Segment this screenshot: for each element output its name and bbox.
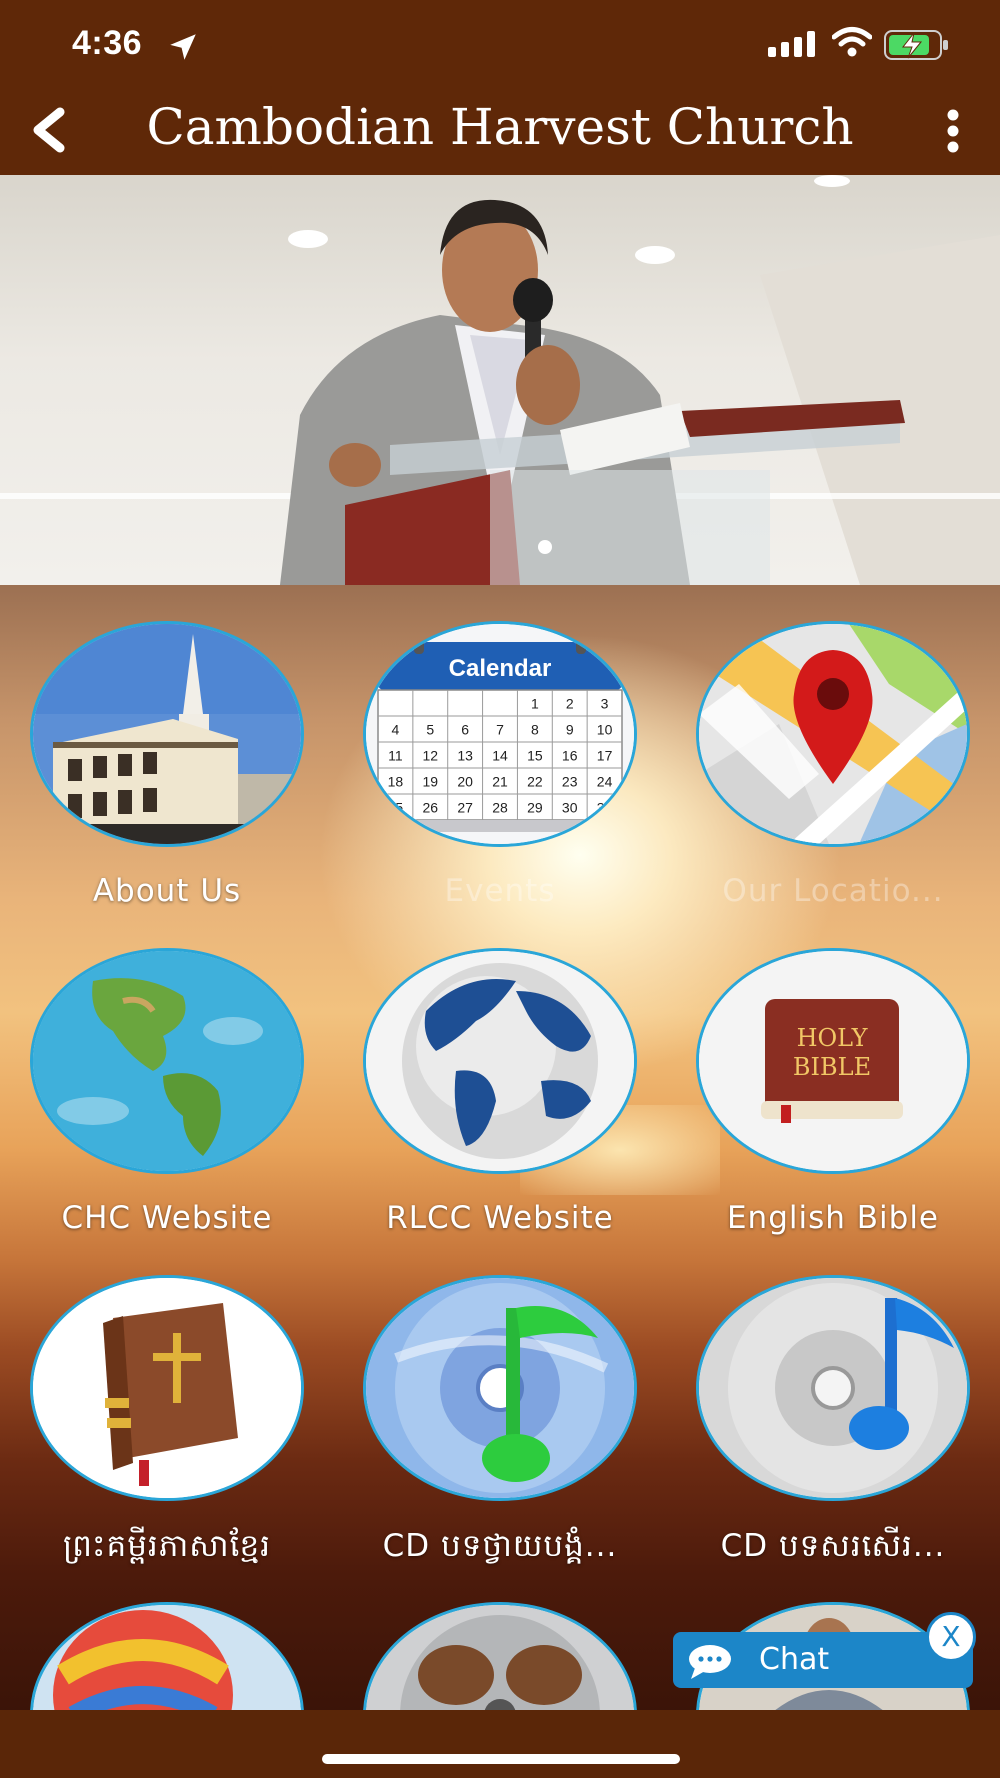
- tile-about-us[interactable]: About Us: [27, 621, 307, 909]
- film-reel-icon: [366, 1605, 634, 1710]
- tile-label: RLCC Website: [386, 1200, 614, 1236]
- calendar-day: 20: [457, 774, 473, 790]
- tile-label: English Bible: [726, 1200, 940, 1236]
- cd-green-note-icon: [366, 1278, 634, 1498]
- location-arrow-icon: [170, 34, 196, 60]
- calendar-day: 16: [562, 748, 578, 764]
- tile-english-bible[interactable]: HOLY BIBLE English Bible: [693, 948, 973, 1236]
- calendar-day: 3: [601, 696, 609, 712]
- calendar-day: 4: [392, 722, 400, 738]
- bible-book-icon: [33, 1278, 301, 1498]
- calendar-day: 10: [597, 722, 613, 738]
- tile-events[interactable]: Calendar 1 2 3 4 5 6 7 8 9 10 11 12 13 14 15 16 17 18 19 20…: [360, 621, 640, 909]
- pastor-preaching-photo: [0, 175, 1000, 585]
- calendar-day: 30: [562, 800, 578, 816]
- signal-bars-icon: [768, 31, 815, 57]
- calendar-day: 1: [531, 696, 539, 712]
- calendar-day: 28: [492, 800, 508, 816]
- tile-label: ព្រះគម្ពីរភាសាខ្មែរ: [63, 1528, 271, 1564]
- bottom-bar: [0, 1710, 1000, 1778]
- top-bar: 4:36 Cambodian Harvest Church: [0, 0, 1000, 175]
- calendar-day: 21: [492, 774, 508, 790]
- church-building-icon: [33, 624, 301, 844]
- calendar-day: 25: [388, 800, 404, 816]
- feature-grid: About Us Calendar 1 2 3 4 5 6 7 8 9 10 11 12 13 14 15 1…: [0, 585, 1000, 1710]
- chat-close-button[interactable]: X: [926, 1612, 976, 1662]
- calendar-day: 18: [388, 774, 404, 790]
- calendar-day: 11: [388, 748, 403, 764]
- calendar-day: 12: [422, 748, 438, 764]
- calendar-day: 26: [422, 800, 438, 816]
- calendar-day: 31: [597, 800, 613, 816]
- tile-label: Events: [444, 873, 556, 909]
- calendar-day: 15: [527, 748, 543, 764]
- tile-our-location[interactable]: Our Locatio...: [693, 621, 973, 909]
- battery-charging-icon: [884, 30, 948, 60]
- calendar-day: 8: [531, 722, 539, 738]
- calendar-day: 27: [457, 800, 473, 816]
- calendar-day: 2: [566, 696, 574, 712]
- map-pin-icon: [699, 624, 967, 844]
- tile-label: CHC Website: [61, 1200, 273, 1236]
- calendar-day: 17: [597, 748, 613, 764]
- calendar-day: 13: [457, 748, 473, 764]
- tile-khmer-bible[interactable]: ព្រះគម្ពីរភាសាខ្មែរ: [27, 1275, 307, 1572]
- tile-film-reel[interactable]: [360, 1602, 640, 1710]
- calendar-day: 22: [527, 774, 543, 790]
- calendar-day: 29: [527, 800, 543, 816]
- hero-banner[interactable]: [0, 175, 1000, 585]
- status-time: 4:36: [72, 24, 143, 62]
- tile-cd-worship[interactable]: CD បទថ្វាយបង្គំ...: [360, 1275, 640, 1572]
- calendar-day: 6: [461, 722, 469, 738]
- calendar-day: 24: [597, 774, 613, 790]
- tile-balloon[interactable]: [27, 1602, 307, 1710]
- page-title: Cambodian Harvest Church: [146, 98, 854, 156]
- bible-cover-line2: BIBLE: [793, 1053, 871, 1081]
- chat-label: Chat: [759, 1642, 830, 1677]
- cd-blue-note-icon: [699, 1278, 967, 1498]
- calendar-day: 7: [496, 722, 504, 738]
- wifi-icon: [832, 27, 872, 57]
- tile-label: CD បទសរសើរ...: [720, 1528, 946, 1564]
- calendar-day: 14: [492, 748, 508, 764]
- calendar-day: 5: [426, 722, 434, 738]
- calendar-day: 23: [562, 774, 578, 790]
- more-vertical-icon[interactable]: [938, 106, 968, 156]
- calendar-icon: Calendar 1 2 34 5 6 7 8 9 1011 12 13 14 15 16 1718 19 20…: [366, 624, 634, 844]
- hot-air-balloon-icon: [33, 1605, 301, 1710]
- globe-blue-icon: [366, 951, 634, 1171]
- calendar-title: Calendar: [449, 655, 552, 682]
- tile-rlcc-website[interactable]: RLCC Website: [360, 948, 640, 1236]
- calendar-day: 19: [422, 774, 438, 790]
- chat-bubble-icon: [689, 1645, 731, 1679]
- tile-chc-website[interactable]: CHC Website: [27, 948, 307, 1236]
- tile-label: About Us: [92, 873, 242, 909]
- carousel-dot[interactable]: [538, 540, 552, 554]
- holy-bible-icon: HOLY BIBLE: [699, 951, 967, 1171]
- globe-americas-icon: [33, 951, 301, 1171]
- calendar-day: 9: [566, 722, 574, 738]
- tile-label: Our Locatio...: [722, 873, 944, 909]
- tile-cd-praise[interactable]: CD បទសរសើរ...: [693, 1275, 973, 1572]
- tile-label: CD បទថ្វាយបង្គំ...: [382, 1528, 618, 1564]
- home-indicator[interactable]: [322, 1754, 680, 1764]
- bible-cover-line1: HOLY: [797, 1024, 869, 1052]
